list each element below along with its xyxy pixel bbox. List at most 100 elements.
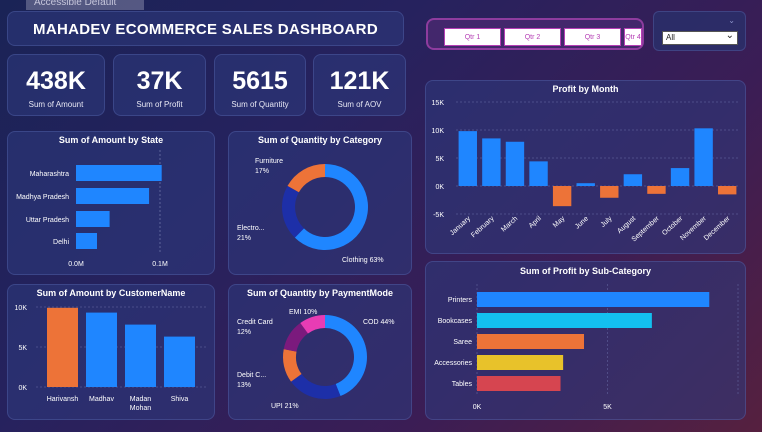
quarter-button-3[interactable]: Qtr 3 (564, 28, 621, 46)
bar-tables (477, 376, 561, 391)
kpi-label: Sum of Amount (28, 100, 84, 109)
slice-label: 13% (237, 382, 251, 389)
category-label: Printers (448, 297, 473, 304)
kpi-card-quantity: 5615 Sum of Quantity (214, 54, 306, 116)
bar-july (600, 186, 619, 198)
bar-madhya-pradesh (76, 188, 150, 204)
bar-march (505, 141, 525, 186)
month-label: August (616, 215, 637, 235)
bar-saree (477, 334, 585, 349)
tick-label: 0.1M (152, 261, 168, 268)
kpi-value: 438K (26, 67, 86, 95)
kpi-label: Sum of AOV (337, 100, 382, 109)
slice-cod (325, 315, 367, 397)
tick-label: 0.0M (68, 261, 84, 268)
bar-madan-mohan (125, 324, 156, 387)
month-label: May (552, 215, 567, 229)
dropdown-header-chevron-icon: ⌄ (728, 16, 735, 25)
slice-label: Debit C... (237, 372, 266, 379)
tick-label: 5K (603, 404, 612, 411)
dropdown-select[interactable]: All ⌄ (662, 30, 738, 45)
category-label: Uttar Pradesh (26, 217, 69, 224)
month-label: January (449, 215, 473, 237)
category-label: Maharashtra (30, 171, 69, 178)
bar-printers (477, 292, 710, 307)
category-label: Shiva (171, 396, 189, 403)
slice-label: EMI 10% (289, 309, 317, 316)
tick-label: 10K (15, 305, 28, 312)
slice-furniture (287, 164, 325, 193)
quarter-button-4[interactable]: Qtr 4 (624, 28, 642, 46)
slice-label: 21% (237, 235, 251, 242)
kpi-card-amount: 438K Sum of Amount (7, 54, 105, 116)
month-label: February (470, 215, 496, 239)
tick-label: -5K (433, 212, 444, 219)
profit-by-month-chart: 15K 10K 5K 0K -5K JanuaryFebruary March April Ma… (432, 100, 739, 243)
dropdown-value: All (666, 33, 675, 42)
slice-label: Clothing 63% (342, 257, 384, 264)
bar-december (718, 186, 737, 195)
bar-september (647, 186, 666, 194)
bar-october (670, 168, 690, 186)
category-label: Delhi (53, 239, 69, 246)
quarter-button-1[interactable]: Qtr 1 (444, 28, 501, 46)
quarter-slicer: Qtr 1 Qtr 2 Qtr 3 Qtr 4 (426, 18, 644, 50)
bar-may (552, 186, 572, 207)
bar-maharashtra (76, 165, 162, 181)
month-label: December (703, 215, 732, 242)
category-label: Bookcases (438, 318, 473, 325)
tick-label: 0K (435, 184, 444, 191)
slice-upi (291, 374, 341, 399)
month-label: June (574, 215, 590, 230)
chevron-down-icon: ⌄ (725, 30, 734, 41)
kpi-value: 37K (136, 67, 183, 95)
slice-label: UPI 21% (271, 403, 299, 410)
bar-accessories (477, 355, 564, 370)
bar-uttar-pradesh (76, 211, 110, 227)
month-label: July (600, 215, 614, 229)
slice-label: Credit Card (237, 319, 273, 326)
quarter-button-2[interactable]: Qtr 2 (504, 28, 561, 46)
chart-card-quantity-by-category: Sum of Quantity by Category Clothing 63%… (228, 131, 412, 275)
slice-electronics (282, 185, 304, 238)
bar-august (623, 174, 643, 186)
bar-bookcases (477, 313, 652, 328)
chart-card-profit-by-subcategory: Sum of Profit by Sub-Category Printers Bo… (425, 261, 746, 420)
chart-card-amount-by-state: Sum of Amount by State Maharashtra Madhya… (7, 131, 215, 275)
quantity-by-payment-chart: COD 44% UPI 21% Debit C... 13% Credit Card 12… (237, 309, 395, 410)
category-label: Harivansh (47, 396, 79, 403)
tick-label: 10K (432, 128, 445, 135)
tick-label: 5K (18, 345, 27, 352)
quantity-by-category-chart: Clothing 63% Electro... 21% Furniture 17% (237, 158, 384, 264)
slice-label: Electro... (237, 225, 265, 232)
title-card: MAHADEV ECOMMERCE SALES DASHBOARD (7, 11, 404, 46)
kpi-value: 121K (329, 67, 390, 95)
chart-card-profit-by-month: Profit by Month 15K 10K 5K 0K -5K January Febr… (425, 80, 746, 254)
dropdown-slicer: ⌄ All ⌄ (653, 11, 746, 51)
amount-by-state-chart: Maharashtra Madhya Pradesh Uttar Pradesh De… (16, 150, 168, 268)
kpi-label: Sum of Profit (136, 100, 183, 109)
bar-madhav (86, 312, 117, 387)
bar-delhi (76, 233, 97, 249)
slice-label: 17% (255, 168, 269, 175)
tick-label: 0K (18, 385, 27, 392)
bar-november (694, 128, 713, 186)
chart-card-amount-by-customer: Sum of Amount by CustomerName 10K 5K 0K Har… (7, 284, 215, 420)
kpi-card-profit: 37K Sum of Profit (113, 54, 206, 116)
category-label: Madhya Pradesh (16, 194, 69, 201)
tick-label: 5K (435, 156, 444, 163)
tick-label: 0K (473, 404, 482, 411)
bar-april (529, 161, 548, 186)
kpi-value: 5615 (232, 67, 288, 95)
category-label: Madan (130, 396, 152, 403)
slice-label: Furniture (255, 158, 283, 165)
kpi-label: Sum of Quantity (231, 100, 289, 109)
bar-june (576, 183, 595, 186)
faded-visual-tag: Accessible Default (26, 0, 144, 10)
category-label: Tables (452, 381, 473, 388)
profit-by-subcategory-chart: Printers Bookcases Saree Accessories Tables 0… (434, 284, 739, 411)
category-label: Mohan (130, 405, 152, 412)
chart-card-quantity-by-payment: Sum of Quantity by PaymentMode COD 44% UP… (228, 284, 412, 420)
bar-january (458, 131, 477, 186)
bar-february (482, 138, 501, 186)
